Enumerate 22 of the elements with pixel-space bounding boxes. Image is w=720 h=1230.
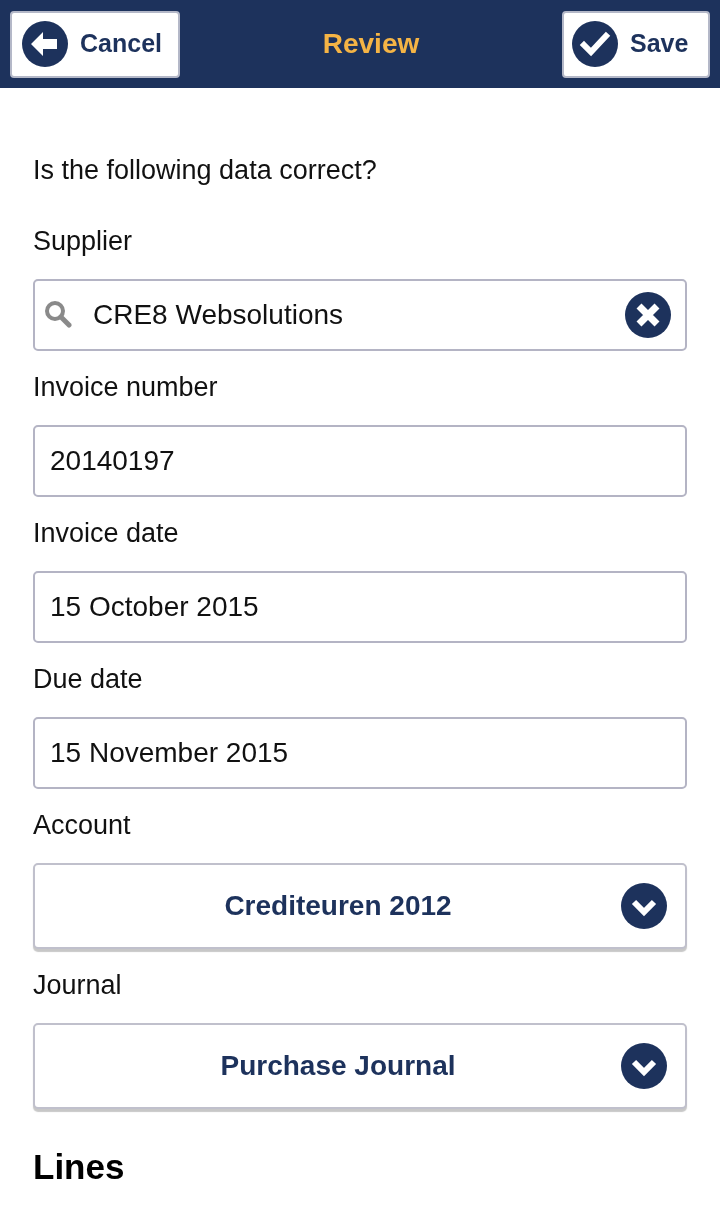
dropdown[interactable]: Purchase Journal xyxy=(33,1023,687,1109)
field-label: Due date xyxy=(33,663,144,696)
chevron-down-icon xyxy=(621,1043,667,1089)
chevron-down-icon xyxy=(621,883,667,929)
section-heading: Lines xyxy=(33,1146,126,1188)
search-icon xyxy=(44,300,72,328)
checkmark-icon xyxy=(572,21,618,67)
cancel-button[interactable]: Cancel xyxy=(10,10,180,78)
input-field[interactable]: 20140197 xyxy=(33,425,687,497)
input-field[interactable]: 15 November 2015 xyxy=(33,717,687,789)
search-field[interactable]: CRE8 Websolutions xyxy=(33,279,687,351)
dropdown[interactable]: Crediteuren 2012 xyxy=(33,863,687,949)
input-field[interactable]: 15 October 2015 xyxy=(33,571,687,643)
save-button[interactable]: Save xyxy=(562,10,710,78)
question-text: Is the following data correct? xyxy=(33,154,378,187)
clear-icon[interactable] xyxy=(625,292,671,338)
field-label: Supplier xyxy=(33,225,134,258)
field-label: Journal xyxy=(33,969,123,1002)
field-label: Invoice number xyxy=(33,371,219,404)
field-label: Account xyxy=(33,809,132,842)
field-label: Invoice date xyxy=(33,517,180,550)
screen-title: Review xyxy=(322,27,420,61)
